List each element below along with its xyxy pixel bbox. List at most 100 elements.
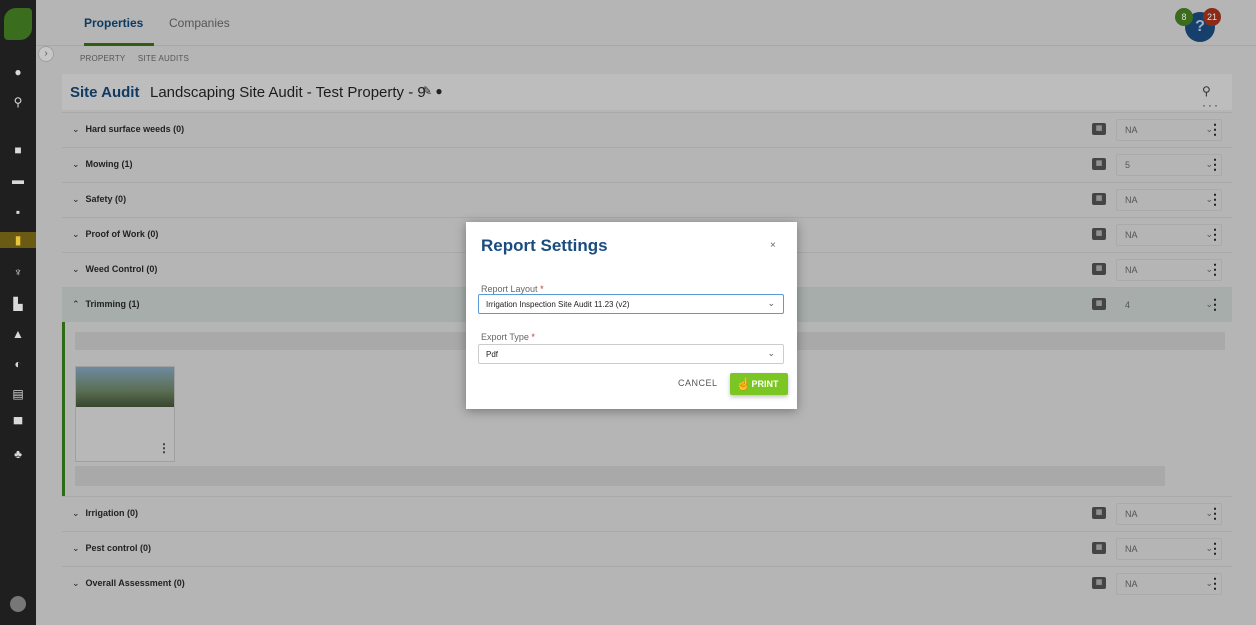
chevron-down-icon: ⌄ (72, 229, 80, 239)
title-actions: ✎ ● (422, 84, 443, 98)
avatar[interactable] (10, 596, 26, 612)
report-layout-select[interactable]: Irrigation Inspection Site Audit 11.23 (… (478, 294, 784, 314)
page-title: Site Audit (70, 84, 140, 101)
image-icon[interactable]: ▦ (1092, 542, 1106, 554)
image-icon[interactable]: ▦ (1092, 158, 1106, 170)
score-select[interactable]: 4 ⌄ (1116, 294, 1222, 316)
sidebar-toggle-chevron-right-icon[interactable]: › (38, 46, 54, 62)
score-select[interactable]: NA ⌄ (1116, 538, 1222, 560)
score-select[interactable]: NA ⌄ (1116, 224, 1222, 246)
search-icon[interactable]: ⚲ (0, 94, 36, 110)
info-icon[interactable]: ● (435, 84, 442, 98)
page-header: Site Audit Landscaping Site Audit - Test… (62, 74, 1232, 112)
left-rail: ● ⚲ ■ ▬ ▪ ▮ ♆ ▙ ▲ ◐ ▤ ▀ ♣ (0, 0, 36, 625)
export-type-label: Export Type * (481, 332, 535, 342)
score-select[interactable]: NA ⌄ (1116, 189, 1222, 211)
image-icon[interactable]: ▦ (1092, 507, 1106, 519)
dialog-title: Report Settings (481, 236, 608, 255)
building-icon[interactable]: ▮ (0, 232, 36, 248)
kebab-menu-icon[interactable]: ⋮ (1208, 575, 1222, 592)
cancel-button[interactable]: CANCEL (678, 378, 718, 388)
clipboard-icon[interactable]: ▙ (0, 296, 36, 312)
image-icon[interactable]: ▦ (1092, 228, 1106, 240)
image-icon[interactable]: ▦ (1092, 193, 1106, 205)
chevron-down-icon: ⌄ (72, 508, 80, 518)
chevron-down-icon: ⌄ (72, 264, 80, 274)
location-pin-icon[interactable]: ⚲ (1202, 84, 1213, 98)
breadcrumb-site-audits[interactable]: SITE AUDITS (138, 54, 189, 63)
section-overall-assessment[interactable]: ⌄ Overall Assessment (0) ▦ NA ⌄ ⋮ (62, 566, 1232, 601)
section-label: Trimming (1) (85, 299, 140, 309)
breadcrumb-property[interactable]: PROPERTY (80, 54, 125, 63)
trash-icon[interactable]: ▀ (0, 416, 36, 432)
active-tab-indicator (84, 43, 154, 46)
kebab-menu-icon[interactable]: ⋮ (1208, 296, 1222, 313)
chevron-down-icon: ⌄ (72, 194, 80, 204)
score-select[interactable]: 5 ⌄ (1116, 154, 1222, 176)
trophy-icon[interactable]: ♆ (0, 264, 36, 280)
section-label: Safety (0) (85, 194, 127, 204)
score-select[interactable]: NA ⌄ (1116, 573, 1222, 595)
image-icon[interactable]: ▦ (1092, 298, 1106, 310)
chevron-down-icon: ⌄ (767, 348, 775, 358)
score-select[interactable]: NA ⌄ (1116, 503, 1222, 525)
image-icon[interactable]: ▦ (1092, 577, 1106, 589)
breadcrumb: PROPERTY SITE AUDITS (80, 54, 199, 63)
checkbox-icon[interactable]: ■ (0, 142, 36, 158)
close-icon[interactable]: × (770, 240, 776, 251)
hand-cursor-icon: ☝ (736, 377, 751, 391)
section-irrigation[interactable]: ⌄ Irrigation (0) ▦ NA ⌄ ⋮ (62, 496, 1232, 531)
property-photo[interactable] (76, 367, 174, 407)
report-icon[interactable]: ▤ (0, 386, 36, 402)
card-icon[interactable]: ▪ (0, 204, 36, 220)
header-actions: ⚲ ··· (1202, 84, 1232, 112)
section-label: Hard surface weeds (0) (85, 124, 185, 134)
photo-card[interactable]: ⋮ (75, 366, 175, 462)
section-label: Pest control (0) (85, 543, 152, 553)
section-label: Irrigation (0) (85, 508, 139, 518)
kebab-menu-icon[interactable]: ⋮ (1208, 191, 1222, 208)
tab-companies[interactable]: Companies (169, 16, 230, 30)
image-icon[interactable]: ▦ (1092, 263, 1106, 275)
image-icon[interactable]: ▦ (1092, 123, 1106, 135)
chevron-up-icon: ⌃ (72, 299, 80, 309)
export-type-select[interactable]: Pdf ⌄ (478, 344, 784, 364)
briefcase-icon[interactable]: ▲ (0, 326, 36, 342)
report-settings-dialog: Report Settings × Report Layout * Irriga… (466, 222, 797, 409)
notification-badge-green[interactable]: 8 (1175, 8, 1193, 26)
notification-badge-red[interactable]: 21 (1203, 8, 1221, 26)
tab-properties[interactable]: Properties (84, 16, 143, 30)
score-select[interactable]: NA ⌄ (1116, 259, 1222, 281)
section-safety[interactable]: ⌄ Safety (0) ▦ NA ⌄ ⋮ (62, 182, 1232, 217)
chevron-down-icon: ⌄ (72, 543, 80, 553)
section-label: Mowing (1) (85, 159, 133, 169)
more-options-icon[interactable]: ··· (1202, 98, 1220, 112)
notes-bar[interactable] (75, 466, 1165, 486)
section-label: Proof of Work (0) (85, 229, 159, 239)
kebab-menu-icon[interactable]: ⋮ (1208, 540, 1222, 557)
kebab-menu-icon[interactable]: ⋮ (1208, 505, 1222, 522)
pie-icon[interactable]: ◐ (0, 356, 36, 372)
section-label: Overall Assessment (0) (85, 578, 185, 588)
chevron-down-icon: ⌄ (72, 578, 80, 588)
section-label: Weed Control (0) (85, 264, 158, 274)
plus-circle-icon[interactable]: ● (0, 64, 36, 80)
edit-pencil-icon[interactable]: ✎ (422, 84, 432, 98)
section-mowing[interactable]: ⌄ Mowing (1) ▦ 5 ⌄ ⋮ (62, 147, 1232, 182)
people-icon[interactable]: ♣ (0, 446, 36, 462)
kebab-menu-icon[interactable]: ⋮ (1208, 226, 1222, 243)
section-pest-control[interactable]: ⌄ Pest control (0) ▦ NA ⌄ ⋮ (62, 531, 1232, 566)
page-subtitle: Landscaping Site Audit - Test Property -… (150, 84, 426, 101)
chevron-down-icon: ⌄ (767, 298, 775, 308)
kebab-menu-icon[interactable]: ⋮ (1208, 261, 1222, 278)
report-layout-label: Report Layout * (481, 284, 544, 294)
kebab-menu-icon[interactable]: ⋮ (1208, 121, 1222, 138)
chevron-down-icon: ⌄ (72, 159, 80, 169)
score-select[interactable]: NA ⌄ (1116, 119, 1222, 141)
chevron-down-icon: ⌄ (72, 124, 80, 134)
kebab-menu-icon[interactable]: ⋮ (158, 441, 170, 455)
calendar-icon[interactable]: ▬ (0, 172, 36, 188)
app-logo-icon[interactable] (4, 8, 32, 40)
section-hard-surface-weeds[interactable]: ⌄ Hard surface weeds (0) ▦ NA ⌄ ⋮ (62, 112, 1232, 147)
kebab-menu-icon[interactable]: ⋮ (1208, 156, 1222, 173)
